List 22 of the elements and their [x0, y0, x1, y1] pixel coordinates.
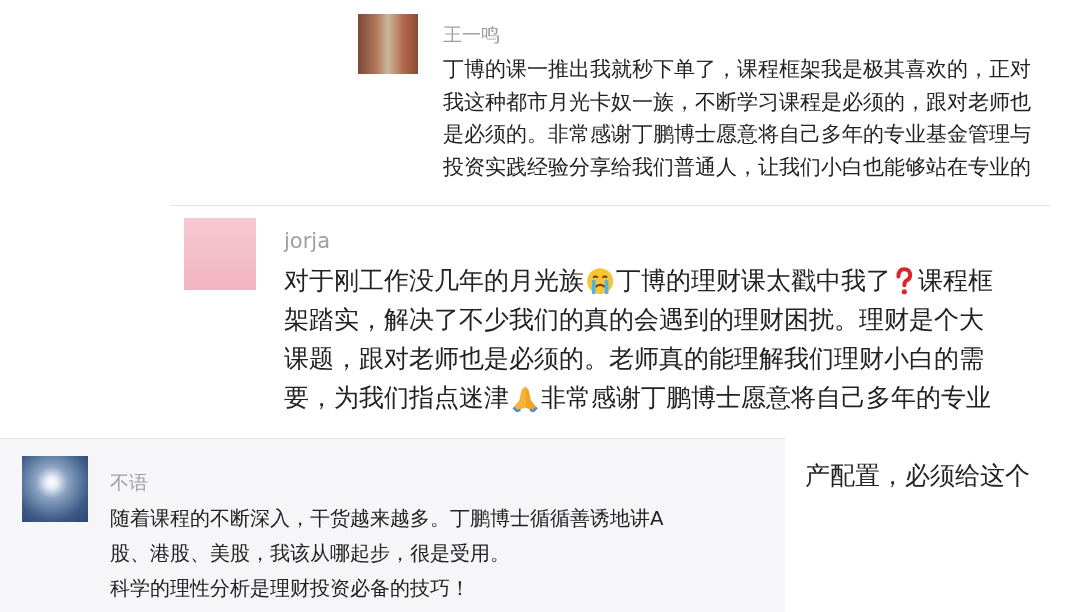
avatar-placeholder	[358, 14, 418, 74]
avatar-placeholder	[22, 456, 88, 522]
user-name: 王一鸣	[443, 22, 501, 47]
comment-text: 科学的理性分析是理财投资必备的技巧！	[110, 575, 470, 602]
comment-text: 非常感谢丁鹏博士愿意将自己多年的专业	[541, 382, 992, 415]
comment-text: 丁博的理财课太戳中我了	[616, 265, 892, 298]
comment-text: 随着课程的不断深入，干货越来越多。丁鹏博士循循善诱地讲A	[110, 505, 664, 532]
crying-face-icon	[586, 266, 615, 295]
comment-text: 产配置，必须给这个	[805, 460, 1030, 493]
comment-text: 股、港股、美股，我该从哪起步，很是受用。	[110, 540, 510, 567]
comment-text: 课题，跟对老师也是必须的。老师真的能理解我们理财小白的需	[284, 343, 984, 376]
user-name: 不语	[110, 470, 149, 495]
comment-text: 丁博的课一推出我就秒下单了，课程框架我是极其喜欢的，正对	[443, 55, 1031, 84]
comment-text: 对于刚工作没几年的月光族	[284, 265, 584, 298]
avatar-placeholder	[184, 218, 256, 290]
comment-text: 我这种都市月光卡奴一族，不断学习课程是必须的，跟对老师也	[443, 87, 1031, 116]
comment-text: 投资实践经验分享给我们普通人，让我们小白也能够站在专业的	[443, 152, 1031, 181]
user-name: jorja	[284, 228, 332, 255]
comment-text: 架踏实，解决了不少我们的真的会遇到的理财困扰。理财是个大	[284, 304, 984, 337]
comment-text: 要，为我们指点迷津	[284, 382, 509, 415]
comment-text: 是必须的。非常感谢丁鹏博士愿意将自己多年的专业基金管理与	[443, 120, 1031, 149]
comment-text: 课程框	[917, 265, 993, 298]
